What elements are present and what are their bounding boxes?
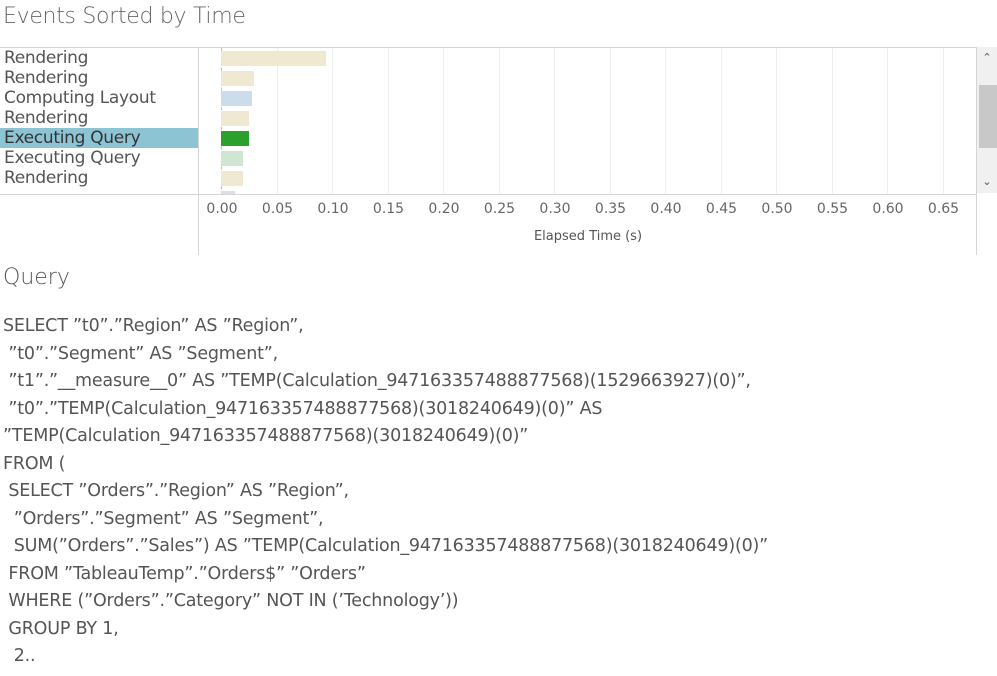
event-label[interactable]: Rendering — [0, 108, 198, 128]
query-line: ”t0”.”Segment” AS ”Segment”, — [3, 343, 278, 364]
query-line: FROM ( — [3, 453, 66, 474]
query-line: FROM ”TableauTemp”.”Orders$” ”Orders” — [3, 563, 366, 584]
event-bar[interactable] — [221, 171, 244, 186]
x-tick-label: 0.65 — [927, 201, 960, 217]
event-label[interactable]: Executing Query — [0, 148, 198, 168]
event-label[interactable]: Executing Query — [0, 128, 198, 148]
scroll-thumb[interactable] — [979, 85, 997, 148]
gridline — [387, 48, 389, 194]
gridline — [498, 48, 500, 194]
x-tick-label: 0.15 — [372, 201, 405, 217]
query-line: SELECT ”t0”.”Region” AS ”Region”, — [3, 316, 304, 336]
x-tick-label: 0.60 — [872, 201, 904, 217]
x-tick-label: 0.10 — [317, 201, 349, 217]
query-line: ”TEMP(Calculation_947163357488877568)(30… — [3, 426, 529, 446]
event-bar[interactable] — [221, 91, 253, 106]
query-text: SELECT ”t0”.”Region” AS ”Region”, ”t0”.”… — [3, 313, 768, 671]
gridline — [942, 48, 944, 194]
x-tick-label: 0.50 — [761, 201, 793, 217]
event-label[interactable]: Rendering — [0, 48, 198, 68]
query-line: SELECT ”Orders”.”Region” AS ”Region”, — [3, 481, 349, 501]
gridline — [776, 48, 777, 194]
event-label[interactable]: Computing Layout — [0, 88, 198, 108]
query-line: ”Orders”.”Segment” AS ”Segment”, — [3, 508, 324, 529]
query-line: ”t0”.”TEMP(Calculation_94716335748887756… — [3, 398, 603, 419]
event-labels-column: Rendering Rendering Computing Layout Render… — [0, 48, 199, 194]
x-tick-label: 0.20 — [428, 201, 460, 217]
gridline — [609, 48, 611, 194]
query-line: ”t1”.”__measure__0” AS ”TEMP(Calculation… — [3, 371, 751, 391]
query-line: 2.. — [3, 646, 36, 666]
query-line: SUM(”Orders”.”Sales”) AS ”TEMP(Calculati… — [3, 536, 769, 556]
x-tick-label: 0.35 — [594, 201, 627, 217]
x-tick-label: 0.05 — [261, 201, 294, 217]
x-tick-label: 0.00 — [206, 201, 238, 217]
query-section-title: Query — [3, 265, 70, 290]
gridline — [276, 48, 278, 194]
x-axis-title: Elapsed Time (s) — [533, 229, 643, 244]
x-tick-label: 0.55 — [816, 201, 849, 217]
event-bar[interactable] — [221, 111, 249, 126]
event-bar[interactable] — [221, 71, 255, 86]
gridline — [887, 48, 888, 194]
gridline — [665, 48, 666, 194]
query-line: WHERE (”Orders”.”Category” NOT IN (’Tech… — [3, 591, 459, 611]
x-tick-label: 0.45 — [705, 201, 738, 217]
x-axis: Elapsed Time (s) 0.00 0.05 0.10 0.15 0.20 0.2… — [198, 193, 977, 255]
chart-plot-area — [199, 48, 976, 194]
events-chart: Rendering Rendering Computing Layout Render… — [0, 47, 976, 195]
scroll-down-icon[interactable]: ⌄ — [977, 173, 997, 191]
gridline — [831, 48, 833, 194]
event-bar[interactable] — [221, 151, 244, 166]
event-label[interactable]: Rendering — [0, 68, 198, 88]
event-bar[interactable] — [221, 51, 327, 66]
event-bar[interactable] — [221, 131, 249, 146]
x-tick-label: 0.40 — [650, 201, 682, 217]
gridline — [554, 48, 555, 194]
gridline — [332, 48, 333, 194]
scroll-up-icon[interactable]: ⌃ — [977, 49, 997, 67]
x-tick-label: 0.30 — [539, 201, 571, 217]
gridline — [443, 48, 444, 194]
x-tick-label: 0.25 — [483, 201, 516, 217]
page-title: Events Sorted by Time — [3, 4, 246, 29]
gridline — [720, 48, 722, 194]
event-label[interactable]: Rendering — [0, 168, 198, 188]
query-line: GROUP BY 1, — [3, 618, 119, 639]
vertical-scrollbar[interactable]: ⌃ ⌄ — [977, 47, 997, 193]
